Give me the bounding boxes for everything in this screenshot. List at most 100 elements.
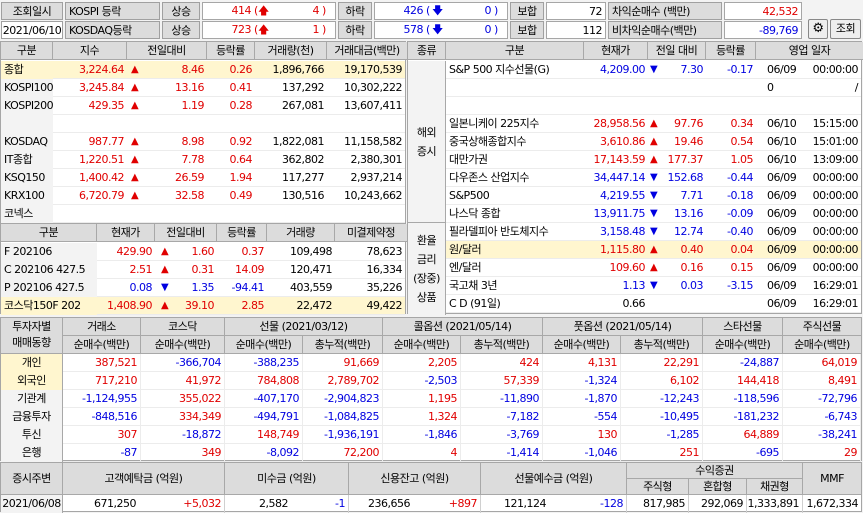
index-chg <box>143 205 207 223</box>
index-amt: 10,243,662 <box>344 189 402 202</box>
world-time: 15:01:00 <box>812 135 859 148</box>
world-hdr-rate: 등락률 <box>706 42 756 60</box>
world-hdr-type: 종류 <box>408 42 446 60</box>
down-triangle-icon: ▼ <box>161 282 169 293</box>
index-name: KRX100 <box>1 187 53 205</box>
investor-group-header: 주식선물 <box>783 318 861 336</box>
query-button[interactable]: 조회 <box>830 19 861 39</box>
world-name: S&P500 <box>449 189 490 202</box>
nonarb-label: 비차익순매수(백만) <box>608 21 722 39</box>
world-rate <box>706 79 756 97</box>
world-name: S&P 500 지수선물(G) <box>449 63 550 76</box>
deriv-price: 429.90 <box>116 245 153 258</box>
index-hdr-name: 구분 <box>1 42 53 60</box>
investor-value: 4,131 <box>543 354 621 372</box>
world-chg <box>660 97 706 115</box>
funds-hdr-stock: 주식형 <box>627 479 689 495</box>
investor-sub-header: 순매수(백만) <box>703 336 783 354</box>
index-rate: 1.94 <box>229 171 253 184</box>
world-price: 17,143.59 <box>593 153 646 166</box>
index-vol: 267,081 <box>282 99 325 112</box>
world-price: 34,447.14 <box>593 171 646 184</box>
deriv-oi: 78,623 <box>366 245 403 258</box>
investor-value: 22,291 <box>621 354 703 372</box>
settings-gear-icon[interactable]: ⚙ <box>808 19 828 39</box>
investor-group-header: 코스닥 <box>141 318 225 336</box>
world-rows: S&P 500 지수선물(G) 4,209.00 ▼ 7.30 -0.17 06/09 00… <box>446 61 861 331</box>
world-chg: 177.37 <box>667 153 704 166</box>
world-price: 4,219.55 <box>600 189 645 202</box>
deriv-rate: 2.85 <box>241 299 265 312</box>
investor-name: 기관계 <box>1 390 63 408</box>
index-hdr-rate: 등락률 <box>207 42 255 60</box>
index-amt <box>327 205 405 223</box>
index-rate <box>207 205 255 223</box>
funds-stock: 817,985 <box>627 495 689 513</box>
index-chg: 13.16 <box>175 81 205 94</box>
world-rate: -3.15 <box>727 279 753 292</box>
index-name: KOSPI100 <box>1 79 53 97</box>
world-chg: 19.46 <box>674 135 704 148</box>
world-time <box>802 97 861 115</box>
date-value[interactable]: 2021/06/10 <box>1 21 63 39</box>
index-chg: 7.78 <box>181 153 205 166</box>
index-chg: 32.58 <box>175 189 205 202</box>
world-name: 엔/달러 <box>449 261 482 274</box>
world-price <box>584 97 648 115</box>
deriv-oi: 16,334 <box>366 263 403 276</box>
investor-corner-line2: 매매동향 <box>12 336 51 349</box>
kospi-down: 426 <box>403 4 424 17</box>
world-name: 다우존스 산업지수 <box>449 171 529 184</box>
up-triangle-icon: ▲ <box>131 190 139 201</box>
world-rate: -0.44 <box>727 171 753 184</box>
world-time: 13:09:00 <box>812 153 859 166</box>
index-value <box>53 115 127 133</box>
index-value: 3,224.64 <box>79 63 124 76</box>
investor-corner: 투자자별 매매동향 <box>1 318 63 354</box>
investor-value: -407,170 <box>225 390 303 408</box>
index-vol: 137,292 <box>282 81 325 94</box>
investor-value: -6,743 <box>783 408 861 426</box>
index-chg: 8.46 <box>181 63 205 76</box>
world-time: 00:00:00 <box>812 261 859 274</box>
index-name: KOSPI200 <box>1 97 53 115</box>
investor-group-header: 스타선물 <box>703 318 783 336</box>
world-chg: 97.76 <box>674 117 704 130</box>
index-name: KSQ150 <box>1 169 53 187</box>
investor-name: 외국인 <box>1 372 63 390</box>
investor-value: -1,414 <box>461 444 543 462</box>
index-hdr-chg: 전일대비 <box>127 42 207 60</box>
investor-value: -72,796 <box>783 390 861 408</box>
world-date: 06/09 <box>767 171 797 184</box>
index-name: 코넥스 <box>1 205 53 223</box>
investor-value: -11,890 <box>461 390 543 408</box>
funds-hdr-mixed: 혼합형 <box>689 479 747 495</box>
funds-fut: 121,124 <box>504 497 547 510</box>
index-rate: 0.64 <box>229 153 253 166</box>
deriv-vol: 120,471 <box>290 263 333 276</box>
world-hdr-chg: 전일 대비 <box>648 42 706 60</box>
deriv-rows: F 202106 429.90 ▲ 1.60 0.37 109,498 78,623 C 20… <box>1 243 405 315</box>
kospi-down-limit: 0 <box>484 4 492 17</box>
investor-sub-header: 순매수(백만) <box>225 336 303 354</box>
deriv-hdr-chg: 전일대비 <box>155 224 217 242</box>
derivatives-table: 구분 현재가 전일대비 등락률 거래량 미결제약정 F 202106 429.90… <box>0 223 407 315</box>
world-date: 06/10 <box>767 153 797 166</box>
world-rate: -0.18 <box>727 189 753 202</box>
investor-group-header: 콜옵션 (2021/05/14) <box>383 318 543 336</box>
investor-sub-header: 순매수(백만) <box>383 336 461 354</box>
funds-date: 2021/06/08 <box>1 495 63 513</box>
index-vol: 1,896,766 <box>272 63 325 76</box>
up-triangle-icon: ▲ <box>131 100 139 111</box>
investor-group-header: 거래소 <box>63 318 141 336</box>
top-bar: 조회일시 2021/06/10 KOSPI 등락 KOSDAQ등락 상승 상승 … <box>0 0 863 40</box>
kospi-up-limit: 4 <box>312 4 320 17</box>
index-rate: 0.28 <box>229 99 253 112</box>
world-price: 3,158.48 <box>600 225 645 238</box>
world-date: 06/09 <box>767 279 797 292</box>
world-chg <box>660 295 706 313</box>
world-time: 00:00:00 <box>812 63 859 76</box>
index-name: IT종합 <box>1 151 53 169</box>
arb-label: 차익순매수 (백만) <box>608 2 722 20</box>
investor-name: 투신 <box>1 426 63 444</box>
